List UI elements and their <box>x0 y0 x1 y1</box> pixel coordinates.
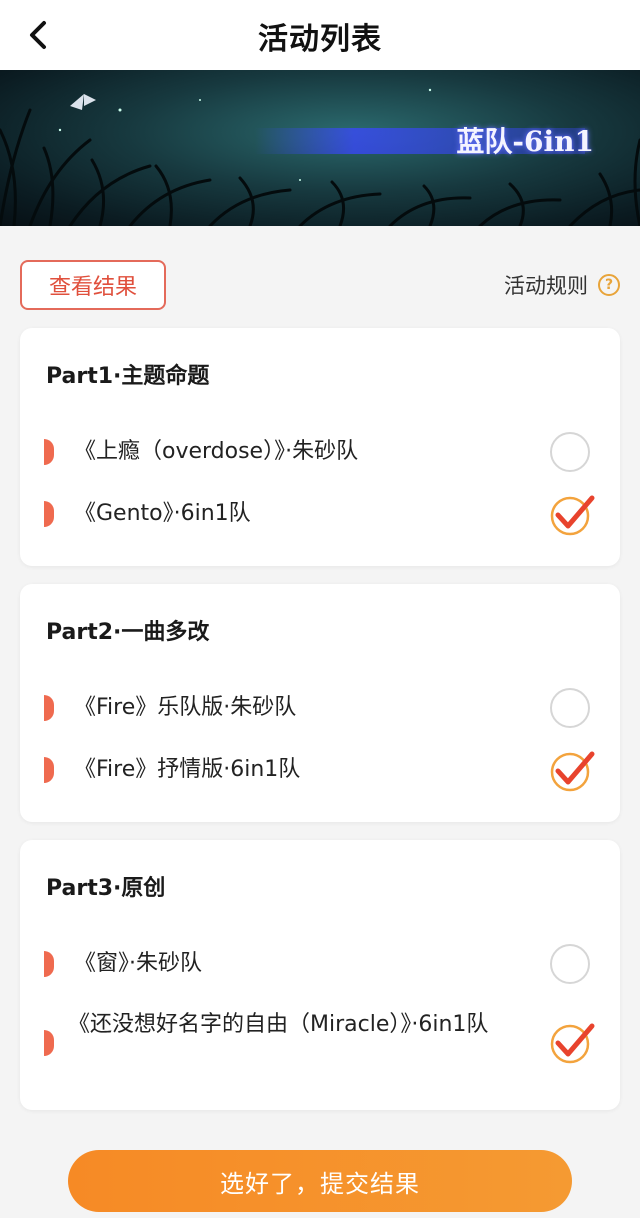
option-label: 《上瘾（overdose）》·朱砂队 <box>74 439 359 464</box>
radio-unselected[interactable] <box>550 688 590 728</box>
option-marker <box>44 757 54 783</box>
radio-selected[interactable] <box>550 750 595 792</box>
radio-selected[interactable] <box>550 1022 595 1064</box>
activity-rules-label: 活动规则 <box>504 274 588 298</box>
banner-caption: 蓝队-6in1 <box>456 125 594 158</box>
check-circle-icon <box>550 495 595 536</box>
section-card-part2: Part2·一曲多改 《Fire》乐队版·朱砂队 《Fire》抒情版·6in1队 <box>20 584 620 822</box>
option-label: 《Fire》抒情版·6in1队 <box>74 757 301 782</box>
main-content: 查看结果 活动规则 ? Part1·主题命题 《上瘾（overdose）》·朱砂… <box>0 226 640 1218</box>
page-title: 活动列表 <box>258 22 382 57</box>
option-label: 《还没想好名字的自由（Miracle）》·6in1队 <box>68 1012 489 1037</box>
submit-button[interactable]: 选好了，提交结果 <box>68 1150 572 1212</box>
section-title: Part2·一曲多改 <box>46 620 210 645</box>
section-title: Part1·主题命题 <box>46 364 210 389</box>
section-card-part1: Part1·主题命题 《上瘾（overdose）》·朱砂队 《Gento》·6i… <box>20 328 620 566</box>
section-card-part3: Part3·原创 《窗》·朱砂队 《还没想好名字的自由（Miracle）》·6i… <box>20 840 620 1110</box>
option-marker <box>44 951 54 977</box>
option-marker <box>44 501 54 527</box>
option-marker <box>44 1030 54 1056</box>
option-item[interactable]: 《上瘾（overdose）》·朱砂队 <box>20 432 620 472</box>
option-item[interactable]: 《Fire》抒情版·6in1队 <box>20 750 620 792</box>
option-label: 《窗》·朱砂队 <box>74 951 202 976</box>
option-item[interactable]: 《还没想好名字的自由（Miracle）》·6in1队 <box>20 1008 620 1080</box>
section-title: Part3·原创 <box>46 876 166 901</box>
option-item[interactable]: 《窗》·朱砂队 <box>20 944 620 984</box>
help-circle-icon: ? <box>598 274 620 296</box>
option-marker <box>44 439 54 465</box>
radio-selected[interactable] <box>550 494 595 536</box>
activity-rules-link[interactable]: 活动规则 ? <box>504 270 620 300</box>
option-item[interactable]: 《Fire》乐队版·朱砂队 <box>20 688 620 728</box>
check-circle-icon <box>550 1023 595 1064</box>
option-label: 《Gento》·6in1队 <box>74 501 251 526</box>
option-label: 《Fire》乐队版·朱砂队 <box>74 695 297 720</box>
top-bar: 活动列表 <box>0 0 640 70</box>
view-result-button[interactable]: 查看结果 <box>20 260 166 310</box>
check-circle-icon <box>550 751 595 792</box>
option-item[interactable]: 《Gento》·6in1队 <box>20 494 620 536</box>
option-marker <box>44 695 54 721</box>
banner-image: 蓝队-6in1 <box>0 70 640 226</box>
radio-unselected[interactable] <box>550 944 590 984</box>
radio-unselected[interactable] <box>550 432 590 472</box>
